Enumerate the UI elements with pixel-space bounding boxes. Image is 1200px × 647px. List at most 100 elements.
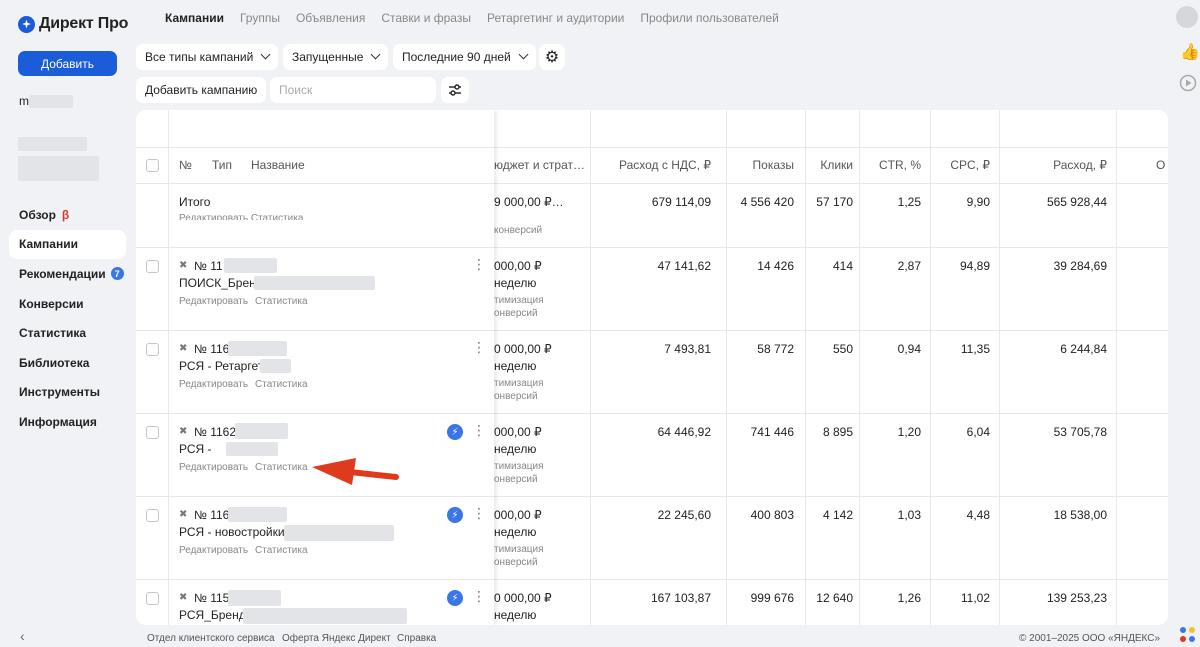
header-ctr[interactable]: CTR, %: [859, 158, 921, 172]
total-label: Итого: [179, 195, 211, 209]
tab-groups[interactable]: Группы: [240, 11, 280, 25]
footer-offer-link[interactable]: Оферта Яндекс Директ: [282, 633, 391, 644]
header-name[interactable]: Название: [251, 158, 305, 172]
edit-link[interactable]: Редактировать: [179, 545, 248, 556]
nav-item-statistics[interactable]: Статистика: [9, 318, 126, 348]
redacted-number: [224, 258, 277, 273]
row-cost-vat: 7 493,81: [664, 342, 711, 356]
nav-item-recommendations[interactable]: Рекомендации 7: [9, 259, 126, 289]
tab-ads[interactable]: Объявления: [296, 11, 365, 25]
row-cost: 18 538,00: [1053, 508, 1107, 522]
row-budget-period: неделю: [494, 608, 537, 622]
campaign-name[interactable]: РСЯ - новостройки: [179, 525, 285, 539]
row-checkbox[interactable]: [146, 592, 159, 605]
settings-button[interactable]: ⚙: [539, 44, 565, 70]
tab-bids[interactable]: Ставки и фразы: [381, 11, 471, 25]
nav-item-library[interactable]: Библиотека: [9, 348, 126, 378]
period-select[interactable]: Последние 90 дней: [393, 44, 536, 70]
filter-settings-button[interactable]: [441, 77, 469, 103]
stats-link[interactable]: Статистика: [255, 545, 308, 556]
row-checkbox[interactable]: [146, 426, 159, 439]
row-clicks: 550: [832, 342, 853, 356]
nav-item-conversions[interactable]: Конверсии: [9, 289, 126, 319]
row-cpc: 94,89: [959, 259, 990, 273]
thumb-up-icon[interactable]: 👍: [1180, 42, 1200, 62]
autotarget-icon: ✖: [179, 426, 188, 437]
filter-settings-icon: [449, 84, 461, 96]
more-dots-icon[interactable]: ⋮: [472, 505, 486, 522]
add-button[interactable]: Добавить: [18, 51, 117, 76]
add-campaign-button[interactable]: Добавить кампанию: [136, 77, 267, 103]
nav-item-info[interactable]: Информация: [9, 407, 126, 437]
help-widget-icon[interactable]: [1178, 624, 1198, 647]
more-dots-icon[interactable]: ⋮: [472, 256, 486, 273]
status-select[interactable]: Запущенные: [283, 44, 389, 70]
row-checkbox[interactable]: [146, 260, 159, 273]
total-cost: 565 928,44: [1046, 195, 1107, 209]
stats-link[interactable]: Статистика: [255, 296, 308, 307]
campaign-name[interactable]: РСЯ -: [179, 442, 212, 456]
edit-link[interactable]: Редактировать: [179, 296, 248, 307]
header-type[interactable]: Тип: [212, 158, 232, 172]
footer-help-link[interactable]: Справка: [397, 633, 436, 644]
tab-user-profiles[interactable]: Профили пользователей: [640, 11, 778, 25]
campaign-name[interactable]: ПОИСК_Брен: [179, 276, 256, 290]
lightning-icon[interactable]: ⚡: [447, 507, 463, 523]
header-clicks[interactable]: Клики: [805, 158, 853, 172]
play-icon[interactable]: [1179, 74, 1197, 95]
more-dots-icon[interactable]: ⋮: [472, 422, 486, 439]
collapse-left-icon[interactable]: ‹: [20, 628, 25, 644]
frozen-columns: № Тип Название Итого Редактировать Стати…: [136, 110, 494, 625]
lightning-icon[interactable]: ⚡: [447, 424, 463, 440]
more-dots-icon[interactable]: ⋮: [472, 339, 486, 356]
nav-item-tools[interactable]: Инструменты: [9, 378, 126, 408]
edit-link[interactable]: Редактировать: [179, 462, 248, 473]
redacted-account: [29, 95, 73, 108]
select-all-checkbox[interactable]: [146, 159, 159, 172]
count-badge: 7: [110, 267, 124, 281]
row-impressions: 999 676: [750, 591, 794, 605]
header-budget[interactable]: юджет и страт…: [494, 158, 585, 172]
campaign-number: № 1162: [194, 425, 237, 439]
stats-link[interactable]: Статистика: [255, 462, 308, 473]
total-links-peek: Редактировать Статистика: [179, 213, 304, 220]
row-cost-vat: 167 103,87: [650, 591, 711, 605]
tab-campaigns[interactable]: Кампании: [165, 11, 224, 25]
header-num[interactable]: №: [179, 158, 192, 172]
campaign-name[interactable]: РСЯ_Бренд_: [179, 608, 252, 622]
row-budget: 0 000,00 ₽: [494, 342, 552, 356]
lightning-icon[interactable]: ⚡: [447, 590, 463, 606]
row-budget: 000,00 ₽: [494, 508, 542, 522]
row-budget-period: неделю: [494, 525, 537, 539]
row-impressions: 58 772: [757, 342, 794, 356]
user-avatar[interactable]: [1176, 6, 1198, 28]
header-impressions[interactable]: Показы: [726, 158, 794, 172]
row-cpc: 11,02: [960, 591, 990, 605]
edit-link[interactable]: Редактировать: [179, 379, 248, 390]
campaign-name[interactable]: РСЯ - Ретаргет: [179, 359, 263, 373]
nav-label: Статистика: [19, 326, 87, 341]
search-input[interactable]: Поиск: [270, 77, 436, 103]
campaign-number: № 11: [194, 259, 223, 273]
campaign-type-select[interactable]: Все типы кампаний: [136, 44, 279, 70]
nav-item-campaigns[interactable]: Кампании: [9, 229, 126, 260]
logo[interactable]: Директ Про: [18, 15, 128, 33]
nav-item-overview[interactable]: Обзор β: [9, 200, 126, 230]
header-cpc[interactable]: CPC, ₽: [930, 158, 990, 172]
more-dots-icon[interactable]: ⋮: [472, 588, 486, 605]
header-cost-vat[interactable]: Расход с НДС, ₽: [606, 158, 711, 172]
redacted-number: [228, 590, 281, 606]
footer-service-link[interactable]: Отдел клиентского сервиса: [147, 633, 275, 644]
row-checkbox[interactable]: [146, 509, 159, 522]
tab-retargeting[interactable]: Ретаргетинг и аудитории: [487, 11, 624, 25]
nav-label: Обзор: [19, 207, 56, 222]
row-budget: 000,00 ₽: [494, 259, 542, 273]
stats-link[interactable]: Статистика: [255, 379, 308, 390]
main-nav: Обзор β Кампании Рекомендации 7 Конверси…: [9, 200, 126, 437]
header-cost[interactable]: Расход, ₽: [999, 158, 1107, 172]
nav-label: Информация: [19, 414, 97, 429]
row-checkbox[interactable]: [146, 343, 159, 356]
row-cost-vat: 22 245,60: [657, 508, 711, 522]
account-name[interactable]: m: [19, 94, 29, 108]
header-extra[interactable]: О: [1156, 158, 1165, 172]
